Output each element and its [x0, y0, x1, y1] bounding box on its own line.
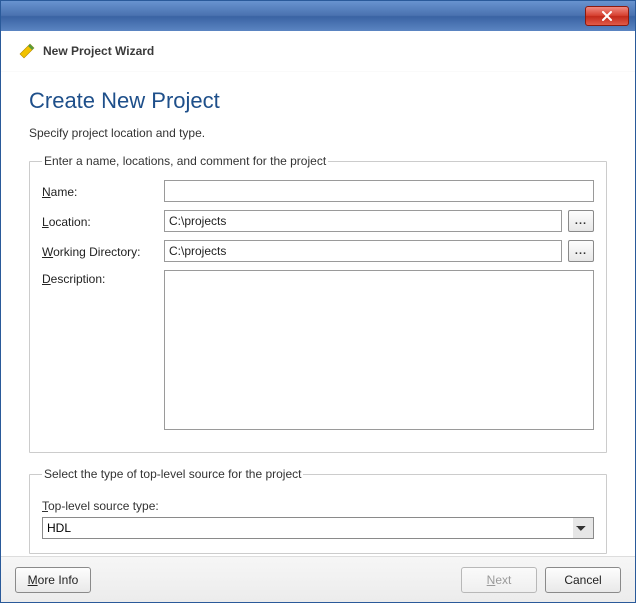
close-button[interactable] [585, 6, 629, 26]
working-directory-input[interactable] [164, 240, 562, 262]
content-area: Create New Project Specify project locat… [1, 72, 635, 556]
description-input[interactable] [164, 270, 594, 430]
page-subtitle: Specify project location and type. [29, 126, 607, 140]
name-label: Name: [42, 183, 158, 199]
wizard-icon [19, 43, 35, 59]
working-directory-label: Working Directory: [42, 243, 158, 259]
source-type-select[interactable]: HDL [42, 517, 594, 539]
cancel-button[interactable]: Cancel [545, 567, 621, 593]
source-type-group: Select the type of top-level source for … [29, 467, 607, 554]
location-label: Location: [42, 213, 158, 229]
location-input[interactable] [164, 210, 562, 232]
working-directory-row: Working Directory: ... [42, 240, 594, 262]
description-label: Description: [42, 270, 158, 286]
titlebar [1, 1, 635, 31]
description-row: Description: [42, 270, 594, 430]
close-icon [601, 11, 613, 21]
project-entry-legend: Enter a name, locations, and comment for… [42, 154, 328, 168]
next-button[interactable]: Next [461, 567, 537, 593]
wizard-window: New Project Wizard Create New Project Sp… [0, 0, 636, 603]
source-type-label: Top-level source type: [42, 499, 594, 513]
header-title: New Project Wizard [43, 44, 154, 58]
working-directory-browse-button[interactable]: ... [568, 240, 594, 262]
name-input[interactable] [164, 180, 594, 202]
more-info-button[interactable]: More Info [15, 567, 91, 593]
location-browse-button[interactable]: ... [568, 210, 594, 232]
footer: More Info Next Cancel [1, 556, 635, 602]
location-row: Location: ... [42, 210, 594, 232]
name-row: Name: [42, 180, 594, 202]
source-type-legend: Select the type of top-level source for … [42, 467, 303, 481]
header: New Project Wizard [1, 31, 635, 72]
page-title: Create New Project [29, 88, 607, 114]
project-entry-group: Enter a name, locations, and comment for… [29, 154, 607, 453]
